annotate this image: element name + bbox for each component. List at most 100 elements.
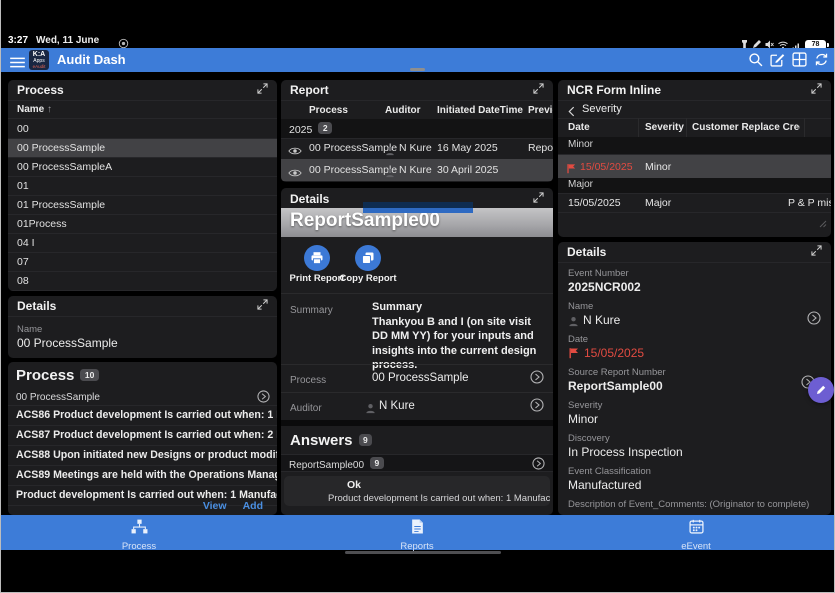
col-previous[interactable]: Previous [528, 105, 553, 116]
nav-item-reports[interactable]: Reports [372, 519, 462, 552]
process-details-panel: Details Name 00 ProcessSample [8, 296, 277, 358]
process-row[interactable]: 01 [8, 177, 277, 196]
ncr-group-major[interactable]: Major [558, 178, 831, 194]
status-date: Wed, 11 June [36, 35, 99, 46]
checklist-item[interactable]: ACS88 Upon initiated new Designs or prod… [8, 445, 277, 465]
expand-icon[interactable] [811, 83, 822, 97]
column-header-name[interactable]: Name ↑ [8, 101, 277, 119]
logo-line3: eAudit [29, 64, 49, 69]
search-icon[interactable] [748, 52, 763, 72]
chevron-circle-icon[interactable] [530, 370, 544, 389]
sync-icon[interactable] [814, 52, 829, 72]
ncr-customer-cell: P & P misali [788, 197, 831, 209]
process-row[interactable]: 07 [8, 253, 277, 272]
copy-icon [361, 251, 375, 265]
page-title: Audit Dash [57, 48, 126, 72]
copy-report-label: Copy Report [332, 273, 404, 284]
details-panel-title: Details [17, 299, 56, 313]
col-customer-replace-credit[interactable]: Customer Replace Credi... [692, 122, 800, 133]
process-row[interactable]: 04 I [8, 234, 277, 253]
sort-asc-icon: ↑ [47, 104, 52, 115]
report-row-selected[interactable]: 00 ProcessSample N Kure 30 April 2025 [281, 159, 553, 181]
event-details-panel: Details Event Number 2025NCR002 Name N K… [558, 242, 831, 515]
eye-icon[interactable] [288, 165, 302, 182]
ncr-row-minor-selected[interactable]: 15/05/2025 Minor [558, 155, 831, 178]
expand-icon[interactable] [257, 299, 268, 313]
summary-label: Summary [290, 305, 333, 316]
name-label: Name [568, 301, 593, 312]
expand-icon[interactable] [257, 83, 268, 97]
severity-value: Minor [568, 412, 598, 426]
col-date[interactable]: Date [568, 122, 590, 133]
process-row[interactable]: 08 [8, 272, 277, 291]
summary-value: Summary Thankyou B and I (on site visit … [372, 300, 544, 373]
answer-group-row[interactable]: ReportSample009 [281, 454, 553, 472]
expand-icon[interactable] [811, 245, 822, 259]
home-indicator[interactable] [345, 551, 501, 554]
ncr-group-minor[interactable]: Minor [558, 137, 831, 155]
person-icon [568, 314, 579, 332]
expand-icon[interactable] [533, 192, 544, 206]
ncr-back-row[interactable]: Severity [558, 101, 831, 119]
ncr-row-major[interactable]: 15/05/2025 Major P & P misali [558, 194, 831, 213]
checklist-item[interactable]: ACS87 Product development Is carried out… [8, 425, 277, 445]
window-drag-handle[interactable] [410, 68, 425, 71]
process-row[interactable]: 01 ProcessSample [8, 196, 277, 215]
col-severity[interactable]: Severity [645, 122, 684, 133]
flag-alert-icon [566, 161, 577, 179]
col-process[interactable]: Process [309, 105, 348, 116]
event-classification-label: Event Classification [568, 466, 651, 477]
compose-icon[interactable] [770, 52, 785, 72]
expand-icon[interactable] [533, 83, 544, 97]
details-panel-title: Details [567, 245, 606, 259]
chevron-circle-icon[interactable] [532, 457, 545, 475]
nav-item-process[interactable]: Process [94, 519, 184, 552]
resize-handle-icon[interactable] [819, 215, 827, 233]
answers-heading: Answers9 [290, 432, 372, 449]
report-initiated-cell: 16 May 2025 [437, 142, 498, 154]
checklist-item[interactable]: ACS86 Product development Is carried out… [8, 405, 277, 425]
checklist-item[interactable]: ACS89 Meetings are held with the Operati… [8, 465, 277, 485]
report-process-cell: 00 ProcessSample [309, 164, 397, 176]
process-panel-title: Process [17, 83, 64, 97]
nav-item-eevent[interactable]: eEvent [651, 519, 741, 552]
discovery-value: In Process Inspection [568, 445, 683, 459]
app-logo: K:A Apps eAudit [29, 50, 49, 70]
process-flow-icon [94, 519, 184, 539]
report-group-row[interactable]: 20252 [281, 119, 553, 139]
copy-report-button[interactable] [355, 245, 381, 271]
report-banner-title: ReportSample00 [290, 210, 440, 232]
report-auditor-cell: N Kure [399, 142, 432, 154]
event-classification-value: Manufactured [568, 478, 641, 492]
chevron-circle-icon[interactable] [530, 398, 544, 417]
print-report-button[interactable] [304, 245, 330, 271]
checklist-heading: Process10 [16, 367, 99, 384]
process-panel: Process Name ↑ 00 00 ProcessSample 00 Pr… [8, 80, 277, 291]
process-row[interactable]: 01Process [8, 215, 277, 234]
edit-fab-button[interactable] [808, 377, 834, 403]
process-field-value: 00 ProcessSample [372, 372, 469, 384]
discovery-label: Discovery [568, 433, 610, 444]
process-row-selected[interactable]: 00 ProcessSample [8, 139, 277, 158]
view-link[interactable]: View [203, 500, 227, 512]
process-row[interactable]: 00 ProcessSampleA [8, 158, 277, 177]
col-initiated-datetime[interactable]: Initiated DateTime [437, 105, 523, 116]
process-row[interactable]: 00 [8, 120, 277, 139]
battery-tip [827, 43, 829, 47]
add-link[interactable]: Add [243, 500, 263, 512]
flag-alert-icon [568, 346, 580, 364]
answer-card[interactable]: Ok Product development Is carried out wh… [284, 476, 550, 506]
nav-process-label: Process [94, 541, 184, 552]
hamburger-menu-icon[interactable] [9, 55, 26, 73]
report-document-icon [372, 519, 462, 539]
report-previous-cell: ReportSample00 [528, 142, 553, 154]
event-number-label: Event Number [568, 268, 629, 279]
chevron-circle-icon[interactable] [807, 311, 821, 330]
checklist-parent-row[interactable]: 00 ProcessSample [16, 392, 255, 403]
report-row[interactable]: 00 ProcessSample N Kure 16 May 2025 Repo… [281, 138, 553, 160]
grid-view-icon[interactable] [792, 52, 807, 72]
pencil-icon [815, 384, 827, 396]
col-auditor[interactable]: Auditor [385, 105, 421, 116]
answers-count-badge: 9 [359, 434, 373, 446]
report-details-panel: Details ReportSample00 Print Report Copy… [281, 188, 553, 515]
